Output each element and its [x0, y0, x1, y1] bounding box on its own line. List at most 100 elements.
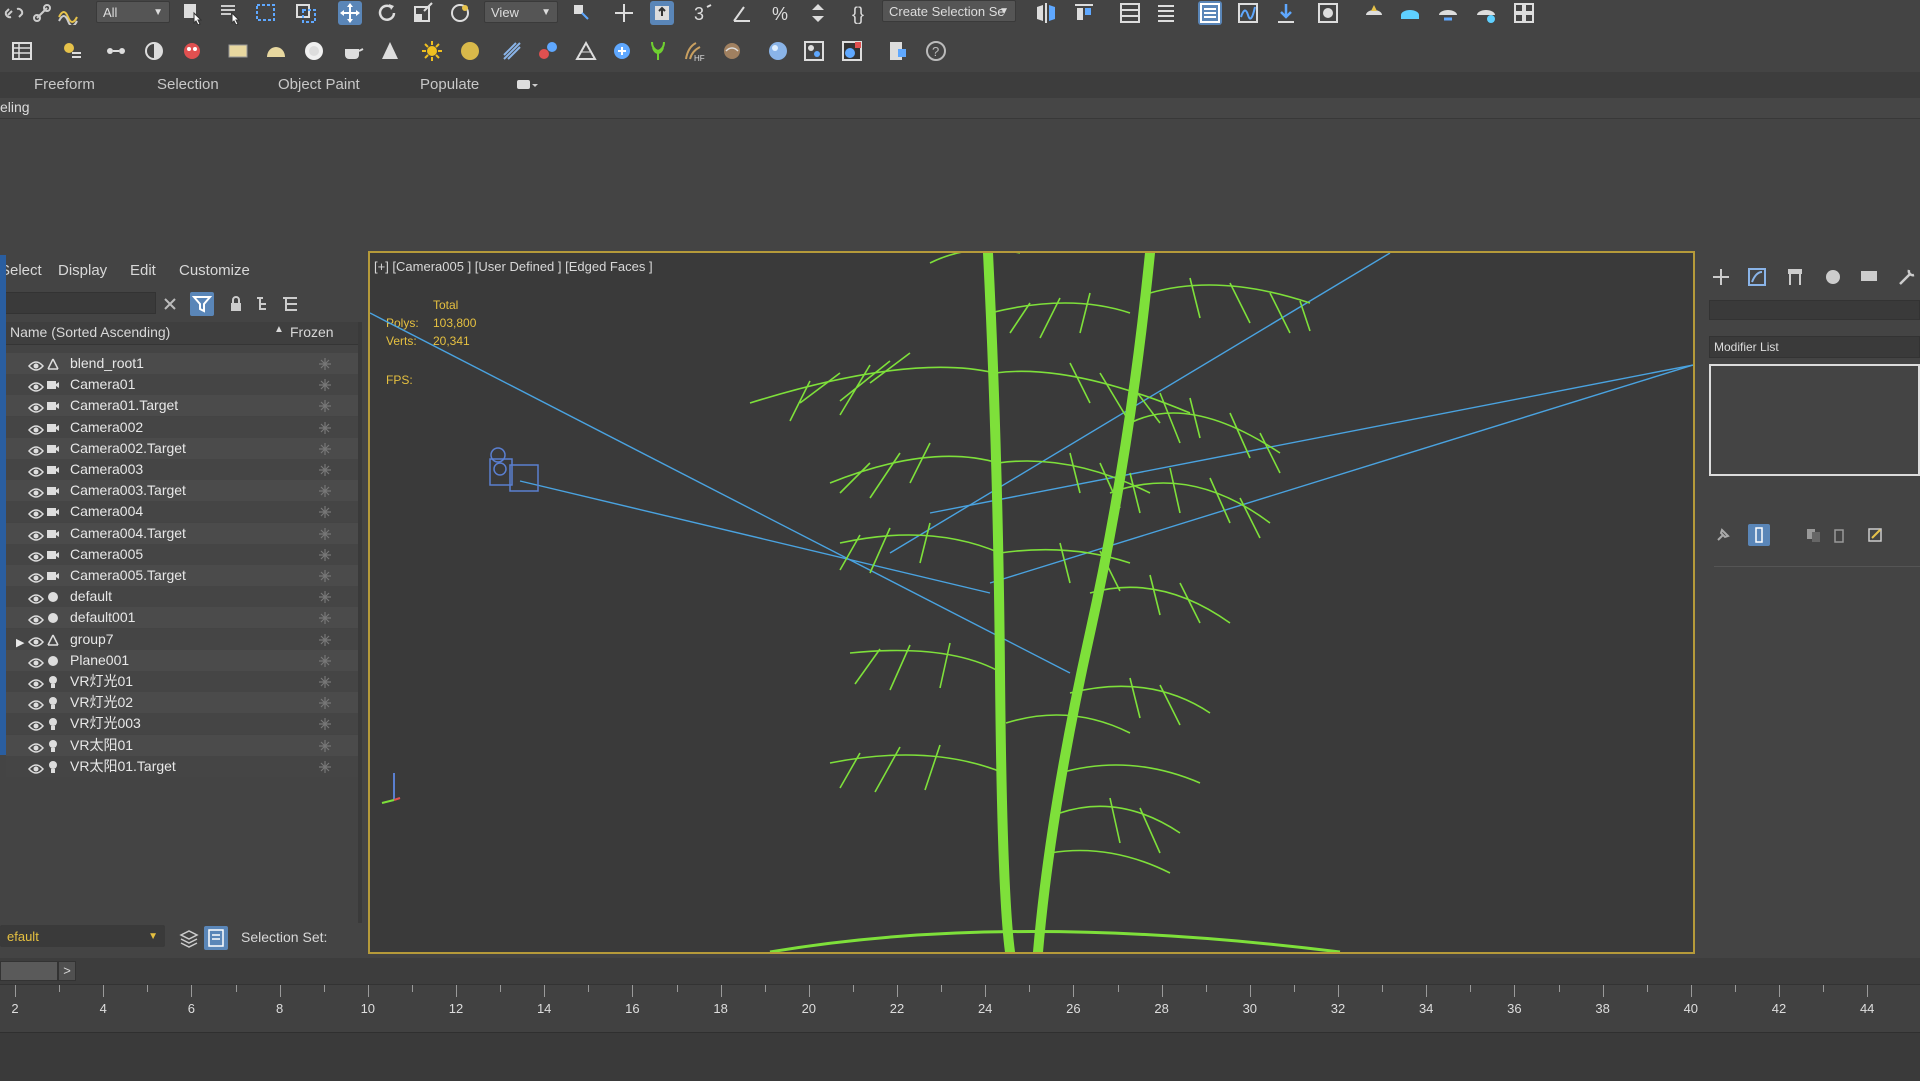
ribbon-options-icon[interactable]	[516, 78, 538, 92]
display-tab-icon[interactable]	[1858, 266, 1880, 288]
particle-system-icon[interactable]	[500, 39, 524, 63]
visibility-eye-icon[interactable]	[28, 548, 44, 562]
visibility-eye-icon[interactable]	[28, 739, 44, 753]
visibility-eye-icon[interactable]	[28, 484, 44, 498]
visibility-eye-icon[interactable]	[28, 357, 44, 371]
select-by-name-icon[interactable]	[218, 1, 242, 25]
freeze-snowflake-icon[interactable]	[318, 420, 332, 434]
sphere-icon[interactable]	[302, 39, 326, 63]
angle-snap-icon[interactable]	[730, 1, 754, 25]
object-name-field[interactable]	[1709, 300, 1920, 320]
visibility-eye-icon[interactable]	[28, 569, 44, 583]
scene-object-row[interactable]: VR灯光003	[6, 713, 358, 735]
scene-object-row[interactable]: Camera01.Target	[6, 395, 358, 417]
hair-fur-icon[interactable]: HF	[682, 39, 706, 63]
mass-fx-icon[interactable]	[610, 39, 634, 63]
make-unique-icon[interactable]	[1804, 526, 1822, 544]
modifier-stack[interactable]	[1709, 364, 1920, 476]
freeze-snowflake-icon[interactable]	[318, 398, 332, 413]
scene-object-row[interactable]: Camera01	[6, 374, 358, 396]
scene-object-row[interactable]: Plane001	[6, 649, 358, 671]
visibility-eye-icon[interactable]	[28, 717, 44, 732]
freeze-snowflake-icon[interactable]	[318, 483, 332, 498]
freeze-snowflake-icon[interactable]	[318, 632, 332, 646]
lock-icon[interactable]	[227, 295, 245, 313]
modifier-list-dropdown[interactable]: Modifier List	[1709, 336, 1920, 358]
curve-editor-icon[interactable]	[1236, 1, 1260, 25]
show-end-result-icon[interactable]	[1748, 524, 1770, 546]
menu-customize[interactable]: Customize	[179, 262, 250, 279]
menu-display[interactable]: Display	[58, 262, 107, 279]
camera-viewport[interactable]: [+] [Camera005 ] [User Defined ] [Edged …	[368, 251, 1695, 954]
schematic-view-icon[interactable]	[1274, 1, 1298, 25]
track-bar[interactable]: 2 4 6 8 10 12 14 16 18 20 22 24 26 28 30 32 34 36 38 40 42 44	[0, 984, 1920, 1033]
link-icon[interactable]	[2, 1, 26, 25]
scene-object-row[interactable]: default	[6, 586, 358, 608]
unlink-icon[interactable]	[30, 1, 54, 25]
freeze-snowflake-icon[interactable]	[318, 504, 332, 519]
pin-stack-icon[interactable]	[1714, 526, 1732, 544]
visibility-eye-icon[interactable]	[28, 463, 44, 477]
freeze-snowflake-icon[interactable]	[318, 759, 332, 773]
visibility-eye-icon[interactable]	[28, 399, 44, 414]
place-icon[interactable]	[448, 1, 472, 25]
pivot-center-icon[interactable]	[570, 1, 594, 25]
motion-tab-icon[interactable]	[1822, 266, 1844, 288]
select-object-icon[interactable]	[180, 1, 204, 25]
scene-object-row[interactable]: Camera002.Target	[6, 437, 358, 459]
keyboard-shortcut-override-icon[interactable]	[650, 1, 674, 25]
percent-snap-icon[interactable]: %	[770, 1, 794, 25]
foliage-icon[interactable]	[646, 39, 670, 63]
freeze-snowflake-icon[interactable]	[318, 738, 332, 752]
create-tab-icon[interactable]	[1710, 266, 1732, 288]
rect-selection-icon[interactable]	[254, 1, 278, 25]
dope-sheet-icon[interactable]	[142, 39, 166, 63]
selection-filter-dropdown[interactable]: All ▼	[96, 1, 170, 23]
molecule-icon[interactable]	[536, 39, 560, 63]
sphere-light-icon[interactable]	[458, 39, 482, 63]
menu-select[interactable]: Select	[0, 262, 42, 279]
freeze-snowflake-icon[interactable]	[318, 356, 332, 370]
clear-search-icon[interactable]	[161, 295, 179, 313]
freeze-snowflake-icon[interactable]	[318, 610, 332, 625]
freeze-snowflake-icon[interactable]	[318, 695, 332, 710]
scene-object-row[interactable]: VR太阳01.Target	[6, 755, 358, 777]
edit-named-selection-icon[interactable]: {}	[850, 1, 874, 25]
scene-object-row[interactable]: Camera005	[6, 543, 358, 565]
tab-freeform[interactable]: Freeform	[34, 76, 95, 93]
tab-object-paint[interactable]: Object Paint	[278, 76, 360, 93]
tab-populate[interactable]: Populate	[420, 76, 479, 93]
spinner-snap-icon[interactable]	[806, 1, 830, 25]
remove-modifier-icon[interactable]	[1830, 526, 1848, 544]
scene-object-row[interactable]: Camera005.Target	[6, 565, 358, 586]
utilities-tab-icon[interactable]	[1896, 266, 1918, 288]
menu-edit[interactable]: Edit	[130, 262, 156, 279]
mirror-icon[interactable]	[1034, 1, 1058, 25]
scene-object-row[interactable]: Camera002	[6, 416, 358, 438]
time-slider-thumb[interactable]	[0, 961, 58, 981]
freeze-snowflake-icon[interactable]	[318, 377, 332, 392]
freeze-snowflake-icon[interactable]	[318, 547, 332, 561]
material-editor-icon[interactable]	[1316, 1, 1340, 25]
render-region-icon[interactable]	[802, 39, 826, 63]
explorer-splitter[interactable]	[358, 322, 362, 942]
scene-object-row[interactable]: Camera003.Target	[6, 480, 358, 502]
snaps-toggle-icon[interactable]: 3	[692, 1, 716, 25]
cone-icon[interactable]	[378, 39, 402, 63]
named-selection-sets-dropdown[interactable]: Create Selection Se ▼	[882, 0, 1016, 22]
scene-object-row[interactable]: VR灯光01	[6, 671, 358, 692]
scale-icon[interactable]	[412, 1, 436, 25]
material-sphere-icon[interactable]	[766, 39, 790, 63]
freeze-snowflake-icon[interactable]	[318, 462, 332, 476]
layers-icon[interactable]	[178, 927, 200, 949]
visibility-eye-icon[interactable]	[28, 590, 44, 604]
help-icon[interactable]: ?	[924, 39, 948, 63]
visibility-eye-icon[interactable]	[28, 378, 44, 392]
layer-explorer-icon[interactable]	[1118, 1, 1142, 25]
window-crossing-icon[interactable]	[294, 1, 318, 25]
visibility-eye-icon[interactable]	[28, 633, 44, 647]
toggle-ribbon-icon[interactable]	[1154, 1, 1178, 25]
render-online-icon[interactable]	[1474, 1, 1498, 25]
hemisphere-icon[interactable]	[264, 39, 288, 63]
visibility-eye-icon[interactable]	[28, 527, 44, 541]
